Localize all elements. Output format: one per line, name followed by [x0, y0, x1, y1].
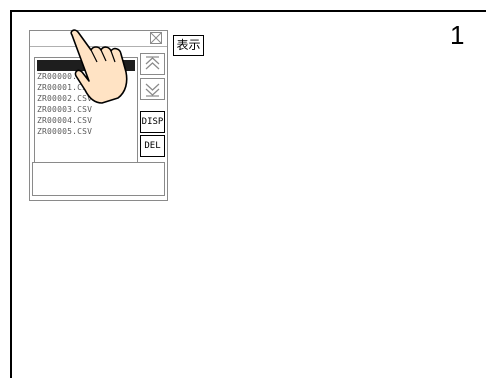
- close-icon[interactable]: [150, 32, 162, 44]
- page-frame-top-line: [10, 10, 486, 12]
- double-chevron-down-icon: [145, 83, 160, 97]
- file-list-item[interactable]: ZR00003.CSV: [37, 104, 92, 115]
- display-callout-label: 表示: [173, 35, 204, 56]
- scroll-down-button[interactable]: [140, 78, 165, 100]
- page-number: 1: [450, 20, 465, 50]
- disp-button[interactable]: DISP: [140, 111, 165, 133]
- file-list-item[interactable]: ZR00004.CSV: [37, 115, 92, 126]
- file-list-item[interactable]: ZR00005.CSV: [37, 126, 92, 137]
- page-frame-left-line: [10, 10, 12, 378]
- status-area: [32, 162, 165, 196]
- scroll-up-button[interactable]: [140, 53, 165, 75]
- hand-pointer-icon: [70, 29, 128, 104]
- manual-page: 1 ZR00000.C ZR00001.CSV ZR00002.CSV ZR00…: [0, 0, 486, 378]
- del-button[interactable]: DEL: [140, 135, 165, 157]
- double-chevron-up-icon: [145, 56, 160, 70]
